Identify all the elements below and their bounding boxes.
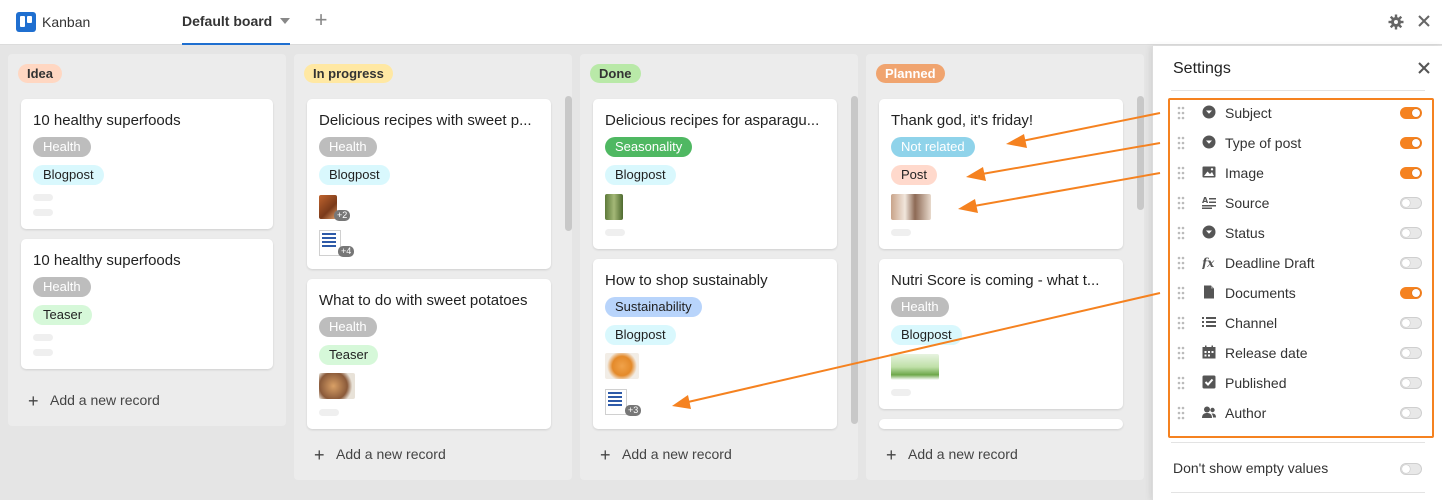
more-documents-badge: +3 — [625, 405, 642, 416]
add-board-button[interactable]: + — [312, 9, 330, 32]
divider — [1171, 90, 1425, 91]
column-done: Done Delicious recipes for asparagu... S… — [580, 54, 858, 480]
plus-icon: + — [28, 391, 39, 411]
tag-teaser: Teaser — [33, 305, 93, 325]
close-icon[interactable] — [1416, 13, 1432, 29]
column-label: Planned — [876, 64, 945, 83]
empty-value-placeholder — [891, 389, 911, 396]
tag-health: Health — [319, 137, 377, 157]
empty-value-placeholder — [33, 209, 53, 216]
scrollbar[interactable] — [1137, 96, 1144, 210]
divider — [1171, 492, 1425, 493]
tab-default-board[interactable]: Default board — [182, 0, 290, 45]
chevron-down-icon[interactable] — [280, 18, 290, 24]
tag-post: Post — [891, 165, 938, 185]
card[interactable]: How to shop sustainably Sustainability B… — [593, 259, 837, 429]
card[interactable]: Delicious recipes for asparagu... Season… — [593, 99, 837, 249]
card-title: 10 healthy superfoods — [33, 252, 181, 269]
tag-blogpost: Blogpost — [605, 165, 676, 185]
gear-icon[interactable] — [1388, 14, 1404, 30]
tag-blogpost: Blogpost — [319, 165, 390, 185]
tag-blogpost: Blogpost — [605, 325, 676, 345]
tag-not-related: Not related — [891, 137, 975, 157]
card-title: Delicious recipes with sweet p... — [319, 112, 532, 129]
scrollbar[interactable] — [565, 96, 572, 231]
document-icon — [605, 389, 627, 415]
top-bar: Kanban Default board + — [0, 0, 1442, 45]
add-record-button[interactable]: + Add a new record — [314, 446, 446, 466]
column-planned: Planned Thank god, it's friday! Not rela… — [866, 54, 1144, 480]
tag-health: Health — [891, 297, 949, 317]
column-label: In progress — [304, 64, 393, 83]
divider — [1171, 442, 1425, 443]
card[interactable] — [879, 419, 1123, 429]
image-thumbnail — [319, 373, 355, 399]
tag-health: Health — [319, 317, 377, 337]
add-record-button[interactable]: + Add a new record — [886, 446, 1018, 466]
empty-values-row: Don't show empty values — [1173, 458, 1423, 480]
card-title: What to do with sweet potatoes — [319, 292, 528, 309]
add-record-button[interactable]: + Add a new record — [28, 392, 160, 412]
tag-seasonality: Seasonality — [605, 137, 693, 157]
card[interactable]: Thank god, it's friday! Not related Post — [879, 99, 1123, 249]
card[interactable]: Nutri Score is coming - what t... Health… — [879, 259, 1123, 409]
plus-icon: + — [600, 445, 611, 465]
plus-icon: + — [886, 445, 897, 465]
tab-label: Default board — [182, 13, 273, 29]
empty-value-placeholder — [33, 194, 53, 201]
column-idea: Idea 10 healthy superfoods Health Blogpo… — [8, 54, 286, 426]
empty-value-placeholder — [891, 229, 911, 236]
card-title: Delicious recipes for asparagu... — [605, 112, 820, 129]
tag-blogpost: Blogpost — [33, 165, 104, 185]
add-record-label: Add a new record — [908, 446, 1018, 462]
more-images-badge: +2 — [334, 210, 351, 221]
empty-value-placeholder — [605, 229, 625, 236]
card-title: Nutri Score is coming - what t... — [891, 272, 1100, 289]
empty-values-label: Don't show empty values — [1173, 460, 1329, 476]
empty-value-placeholder — [33, 334, 53, 341]
card-title: Thank god, it's friday! — [891, 112, 1034, 129]
column-label: Done — [590, 64, 641, 83]
more-documents-badge: +4 — [338, 246, 355, 257]
image-thumbnail — [891, 354, 939, 380]
column-label: Idea — [18, 64, 63, 83]
add-record-label: Add a new record — [50, 392, 160, 408]
card-title: 10 healthy superfoods — [33, 112, 181, 129]
column-in-progress: In progress Delicious recipes with sweet… — [294, 54, 572, 480]
card[interactable]: What to do with sweet potatoes Health Te… — [307, 279, 551, 429]
card[interactable]: Delicious recipes with sweet p... Health… — [307, 99, 551, 269]
empty-value-placeholder — [319, 409, 339, 416]
tag-health: Health — [33, 277, 91, 297]
app-title: Kanban — [42, 14, 91, 30]
empty-value-placeholder — [33, 349, 53, 356]
image-thumbnail — [605, 353, 639, 379]
settings-title: Settings — [1173, 60, 1231, 77]
tag-sustainability: Sustainability — [605, 297, 702, 317]
add-record-label: Add a new record — [336, 446, 446, 462]
empty-values-toggle[interactable] — [1400, 463, 1422, 475]
kanban-logo-icon — [16, 12, 36, 32]
image-thumbnail — [891, 194, 931, 220]
scrollbar[interactable] — [851, 96, 858, 424]
highlight-box — [1168, 98, 1434, 438]
card[interactable]: 10 healthy superfoods Health Blogpost — [21, 99, 273, 229]
add-record-button[interactable]: + Add a new record — [600, 446, 732, 466]
add-record-label: Add a new record — [622, 446, 732, 462]
image-thumbnail — [605, 194, 623, 220]
card[interactable]: 10 healthy superfoods Health Teaser — [21, 239, 273, 369]
tag-blogpost: Blogpost — [891, 325, 962, 345]
close-icon[interactable] — [1417, 61, 1431, 75]
tag-teaser: Teaser — [319, 345, 379, 365]
plus-icon: + — [314, 445, 325, 465]
tag-health: Health — [33, 137, 91, 157]
card-title: How to shop sustainably — [605, 272, 768, 289]
